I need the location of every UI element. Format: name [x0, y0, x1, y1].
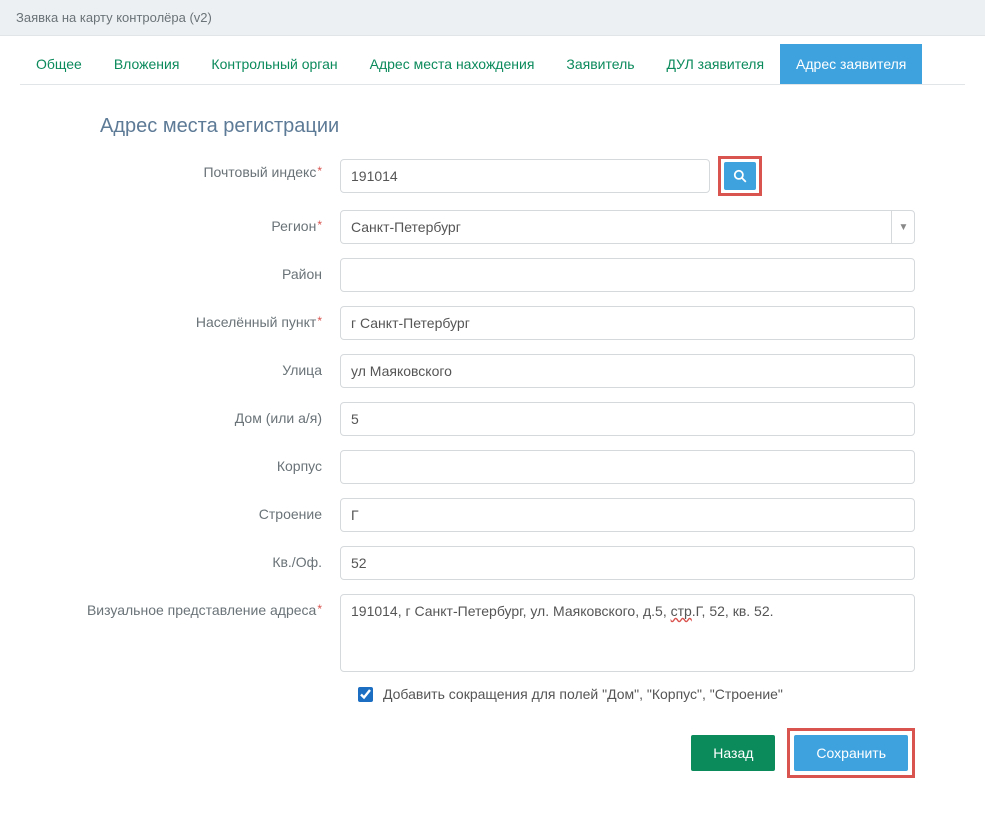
abbrev-checkbox[interactable]: [358, 687, 373, 702]
search-icon: [733, 169, 747, 183]
tab-applicant-id[interactable]: ДУЛ заявителя: [651, 44, 781, 84]
house-input[interactable]: [340, 402, 915, 436]
tab-control-body[interactable]: Контрольный орган: [195, 44, 353, 84]
tab-general[interactable]: Общее: [20, 44, 98, 84]
stroenie-input[interactable]: [340, 498, 915, 532]
tab-applicant[interactable]: Заявитель: [550, 44, 650, 84]
city-input[interactable]: [340, 306, 915, 340]
visual-label: Визуальное представление адреса: [70, 594, 340, 618]
korpus-label: Корпус: [70, 450, 340, 474]
abbrev-checkbox-label: Добавить сокращения для полей "Дом", "Ко…: [383, 686, 783, 702]
tab-applicant-address[interactable]: Адрес заявителя: [780, 44, 922, 84]
district-label: Район: [70, 258, 340, 282]
visual-address-textarea[interactable]: 191014, г Санкт-Петербург, ул. Маяковско…: [340, 594, 915, 672]
form-section-title: Адрес места регистрации: [100, 115, 915, 138]
stroenie-label: Строение: [70, 498, 340, 522]
postcode-label: Почтовый индекс: [70, 156, 340, 180]
tab-location-address[interactable]: Адрес места нахождения: [354, 44, 551, 84]
kvof-label: Кв./Оф.: [70, 546, 340, 570]
save-button[interactable]: Сохранить: [794, 735, 908, 771]
district-input[interactable]: [340, 258, 915, 292]
page-header: Заявка на карту контролёра (v2): [0, 0, 985, 36]
highlight-save: Сохранить: [787, 728, 915, 778]
postcode-search-button[interactable]: [724, 162, 756, 190]
street-input[interactable]: [340, 354, 915, 388]
region-select[interactable]: Санкт-Петербург: [340, 210, 915, 244]
highlight-search: [718, 156, 762, 196]
region-label: Регион: [70, 210, 340, 234]
back-button[interactable]: Назад: [691, 735, 775, 771]
kvof-input[interactable]: [340, 546, 915, 580]
postcode-input[interactable]: [340, 159, 710, 193]
tabs-bar: Общее Вложения Контрольный орган Адрес м…: [20, 44, 965, 85]
street-label: Улица: [70, 354, 340, 378]
city-label: Населённый пункт: [70, 306, 340, 330]
tab-attachments[interactable]: Вложения: [98, 44, 196, 84]
korpus-input[interactable]: [340, 450, 915, 484]
page-title: Заявка на карту контролёра (v2): [16, 10, 212, 25]
house-label: Дом (или а/я): [70, 402, 340, 426]
